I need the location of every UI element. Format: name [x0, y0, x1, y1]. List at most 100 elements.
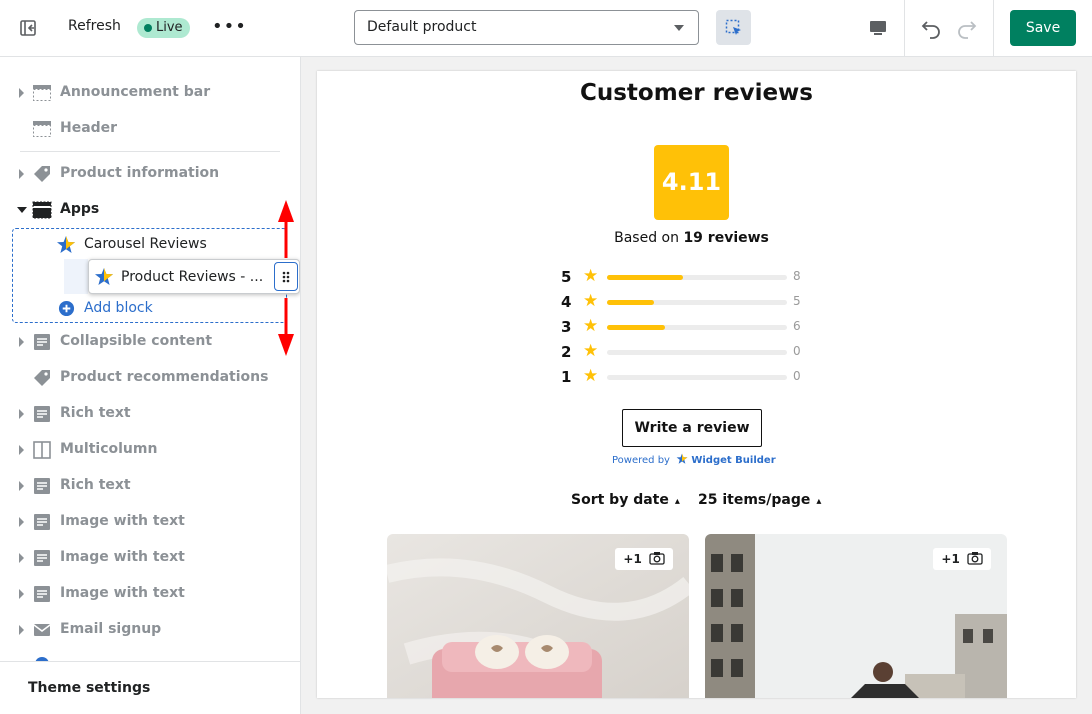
rating-row[interactable]: 4 ★ 5 [561, 291, 811, 313]
sidebar-item-product-recommendations[interactable]: Product recommendations [0, 360, 300, 396]
sidebar-item-announcement-bar[interactable]: Announcement bar [0, 75, 300, 111]
text-icon [34, 406, 50, 422]
toolbar-divider [993, 0, 994, 56]
write-review-button[interactable]: Write a review [622, 409, 762, 447]
star-icon: ★ [583, 366, 599, 386]
rating-bar-track [607, 350, 787, 355]
drop-placeholder [64, 259, 88, 294]
rating-stars-value: 1 [561, 368, 572, 386]
chevron-right-icon[interactable] [19, 517, 24, 527]
photo-count: +1 [941, 552, 960, 566]
sort-label: Sort by date [571, 492, 669, 508]
refresh-label[interactable]: Refresh [68, 18, 121, 34]
sidebar-item-apps[interactable]: Apps [0, 192, 300, 228]
sidebar-item-label: Image with text [60, 549, 185, 565]
select-cursor-icon [725, 19, 741, 35]
reviews-title: Customer reviews [579, 80, 813, 106]
sidebar-item-image-with-text[interactable]: Image with text [0, 504, 300, 540]
sidebar: Announcement bar Header Product informat… [0, 57, 301, 714]
sidebar-item-label: Header [60, 120, 118, 136]
chevron-right-icon[interactable] [19, 409, 24, 419]
sidebar-item-label: Rich text [60, 405, 131, 421]
rating-bar-track [607, 300, 787, 305]
sidebar-item-header[interactable]: Header [0, 111, 300, 147]
chevron-right-icon[interactable] [19, 169, 24, 179]
sidebar-item-product-information[interactable]: Product information [0, 156, 300, 192]
exit-button[interactable] [12, 12, 44, 44]
undo-button[interactable] [915, 12, 947, 44]
rating-stars-value: 3 [561, 318, 572, 336]
live-badge: Live [137, 18, 190, 38]
toolbar-divider [904, 0, 905, 56]
live-dot-icon [144, 24, 152, 32]
reviews-summary: Based on 19 reviews [317, 230, 1066, 246]
widget-star-icon [95, 268, 113, 285]
camera-icon [649, 552, 665, 565]
rating-row[interactable]: 3 ★ 6 [561, 316, 811, 338]
add-block-label: Add block [84, 300, 153, 316]
chevron-right-icon[interactable] [19, 88, 24, 98]
rating-row[interactable]: 1 ★ 0 [561, 366, 811, 388]
theme-settings-button[interactable]: Theme settings [0, 661, 300, 714]
apps-icon [32, 201, 52, 219]
chevron-right-icon[interactable] [19, 445, 24, 455]
product-select-value: Default product [367, 19, 477, 35]
save-button[interactable]: Save [1010, 10, 1076, 46]
tag-icon [34, 166, 50, 182]
text-icon [34, 586, 50, 602]
text-icon [34, 334, 50, 350]
sidebar-item-image-with-text[interactable]: Image with text [0, 540, 300, 576]
rating-count: 0 [793, 369, 801, 383]
device-preview-button[interactable] [862, 12, 894, 44]
desktop-icon [870, 21, 886, 35]
top-bar: Refresh Live ••• Default product Save [0, 0, 1092, 57]
columns-icon [33, 441, 51, 459]
powered-by-label[interactable]: Powered by Widget Builder [612, 453, 776, 466]
text-icon [34, 514, 50, 530]
sort-select[interactable]: Sort by date ▴︎ [571, 492, 680, 508]
sidebar-item-label: Apps [60, 201, 100, 217]
chevron-down-icon[interactable] [17, 207, 27, 213]
redo-button[interactable] [951, 12, 983, 44]
rating-stars-value: 4 [561, 293, 572, 311]
sidebar-divider [20, 151, 280, 152]
plus-circle-icon [58, 300, 75, 317]
product-select[interactable]: Default product [354, 10, 699, 45]
rating-stars-value: 5 [561, 268, 572, 286]
review-photo[interactable]: +1 [387, 534, 689, 698]
rating-row[interactable]: 2 ★ 0 [561, 341, 811, 363]
more-actions-button[interactable]: ••• [212, 14, 246, 42]
sort-arrows-icon: ▴︎ [816, 496, 822, 507]
chevron-right-icon[interactable] [19, 337, 24, 347]
sidebar-item-label: Image with text [60, 513, 185, 529]
chevron-right-icon[interactable] [19, 589, 24, 599]
sidebar-item-rich-text[interactable]: Rich text [0, 468, 300, 504]
sidebar-item-rich-text[interactable]: Rich text [0, 396, 300, 432]
sidebar-item-email-signup[interactable]: Email signup [0, 612, 300, 648]
sidebar-item-image-with-text[interactable]: Image with text [0, 576, 300, 612]
sidebar-item-label: Rich text [60, 477, 131, 493]
dragging-app-block[interactable]: Product Reviews - ... [88, 259, 300, 294]
rating-bar-track [607, 325, 787, 330]
live-label: Live [156, 20, 183, 35]
chevron-right-icon[interactable] [19, 625, 24, 635]
sidebar-item-label: Announcement bar [60, 84, 211, 100]
rating-count: 8 [793, 269, 801, 283]
widget-star-icon [676, 453, 688, 464]
chevron-right-icon[interactable] [19, 553, 24, 563]
star-icon: ★ [583, 341, 599, 361]
powered-by-text: Powered by [612, 455, 670, 466]
widget-builder-text: Widget Builder [691, 455, 776, 466]
inspector-button[interactable] [716, 10, 751, 45]
review-photo[interactable]: +1 [705, 534, 1007, 698]
rating-row[interactable]: 5 ★ 8 [561, 266, 811, 288]
sidebar-item-collapsible-content[interactable]: Collapsible content [0, 324, 300, 360]
per-page-select[interactable]: 25 items/page ▴︎ [698, 492, 821, 508]
dragging-block-label: Product Reviews - ... [121, 269, 264, 285]
sidebar-item-multicolumn[interactable]: Multicolumn [0, 432, 300, 468]
section-icon [33, 85, 51, 101]
chevron-right-icon[interactable] [19, 481, 24, 491]
rating-bar-fill [607, 300, 654, 305]
photo-count: +1 [623, 552, 642, 566]
text-icon [34, 478, 50, 494]
